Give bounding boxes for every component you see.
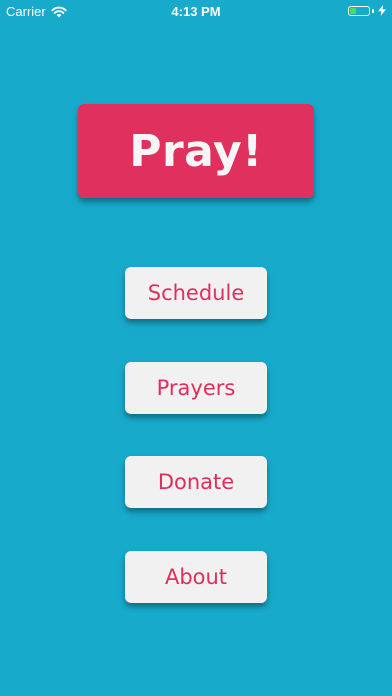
status-time: 4:13 PM <box>171 4 221 19</box>
about-button[interactable]: About <box>125 551 267 603</box>
donate-button[interactable]: Donate <box>125 456 267 508</box>
pray-button[interactable]: Pray! <box>78 104 314 198</box>
battery-cap <box>372 8 374 13</box>
bolt-icon <box>378 5 386 16</box>
battery-body <box>348 5 370 16</box>
status-bar: Carrier 4:13 PM <box>0 0 392 22</box>
schedule-button[interactable]: Schedule <box>125 267 267 319</box>
prayers-button[interactable]: Prayers <box>125 362 267 414</box>
battery-fill <box>350 7 356 14</box>
battery-icon <box>348 5 386 16</box>
